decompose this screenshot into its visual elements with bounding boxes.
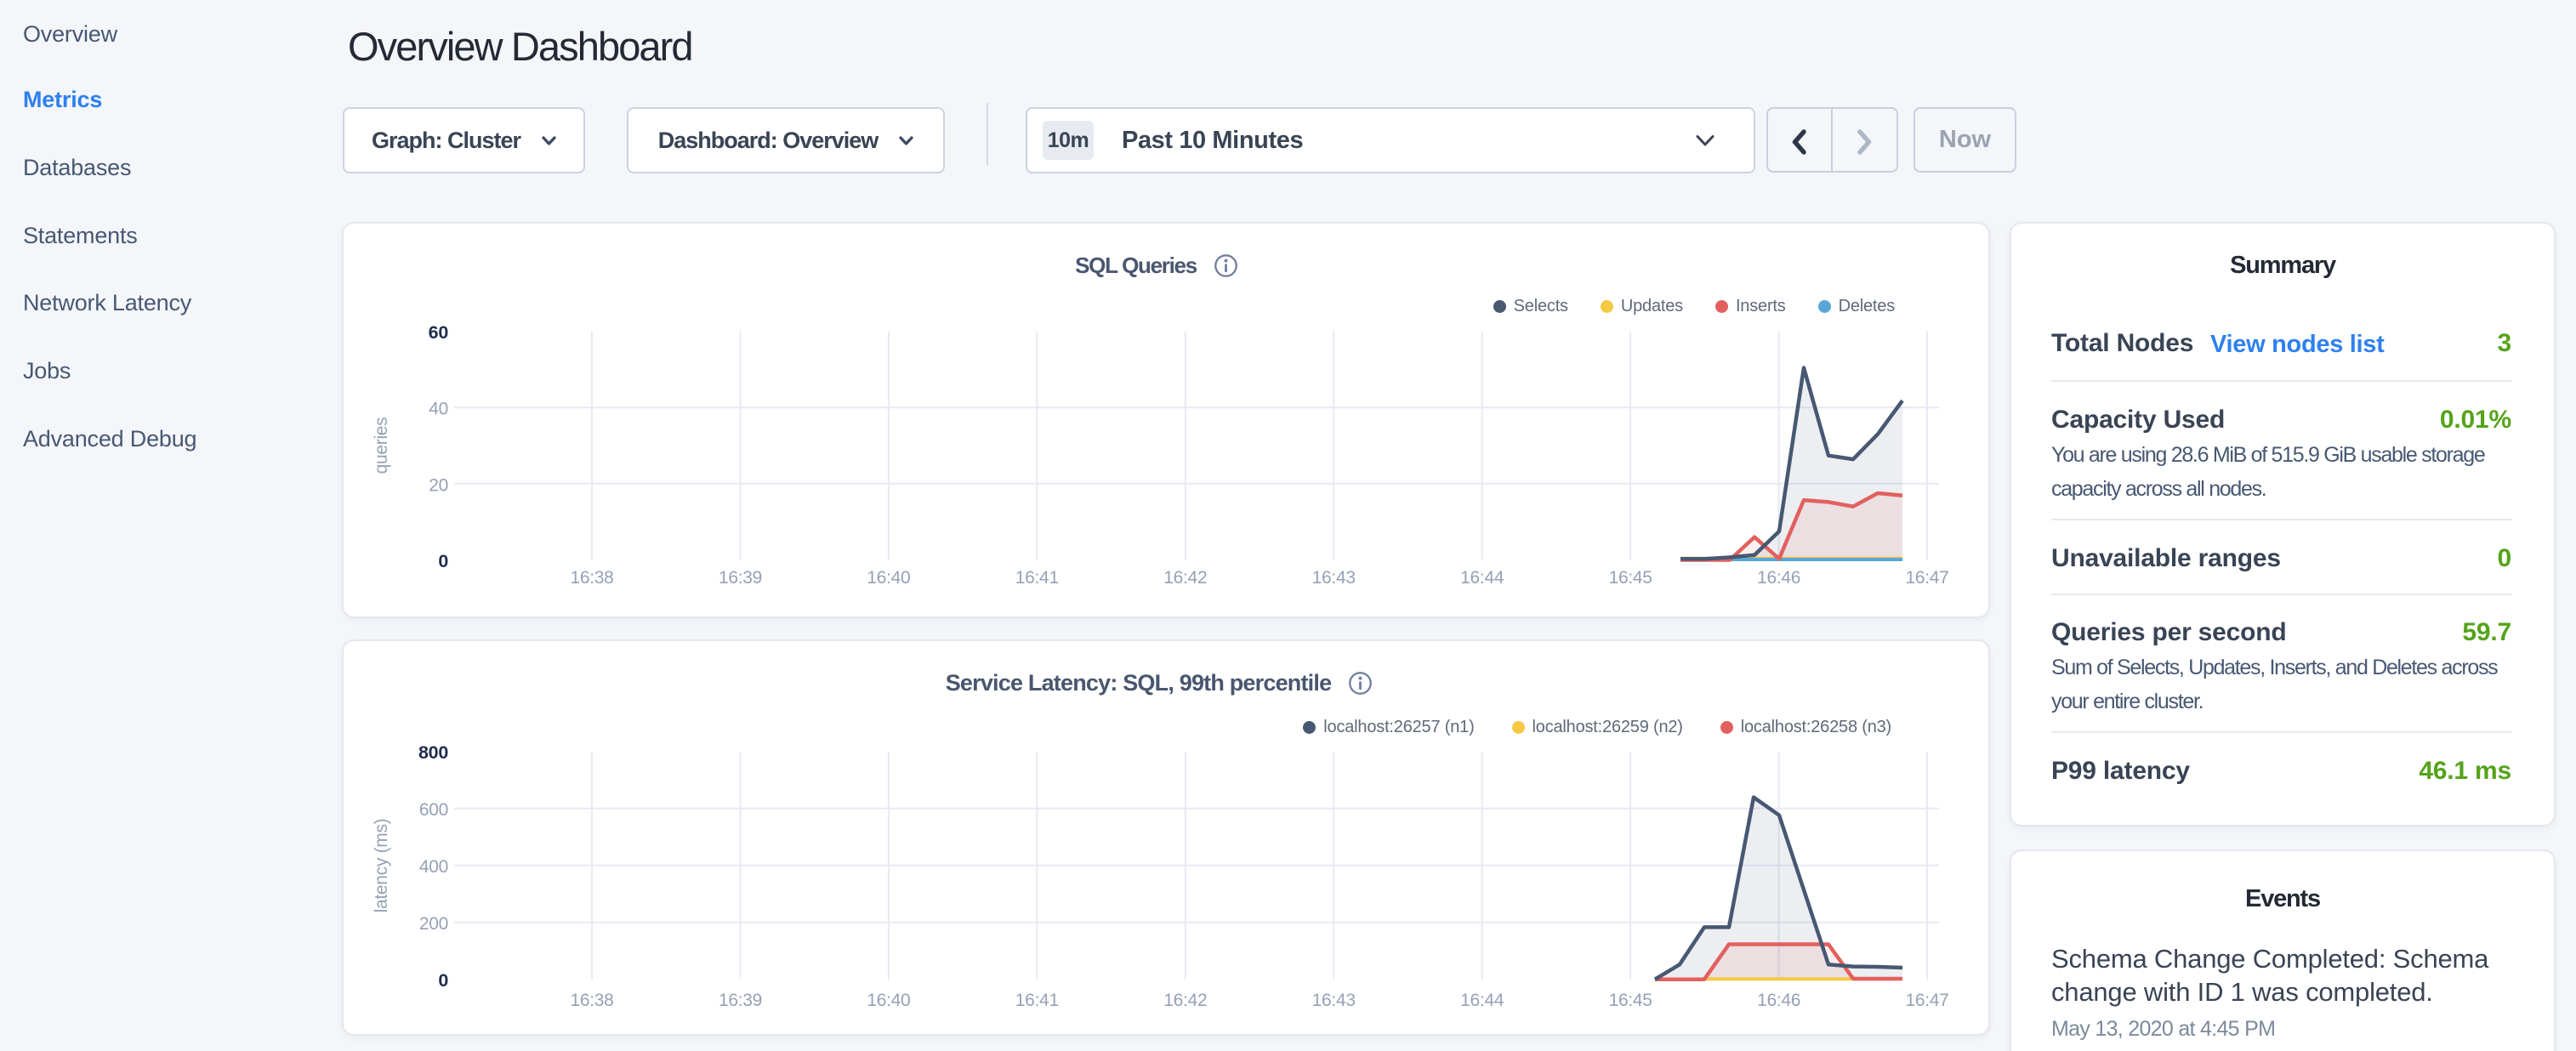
svg-text:latency (ms): latency (ms)	[372, 819, 391, 913]
svg-text:200: 200	[419, 914, 448, 934]
svg-text:400: 400	[419, 857, 448, 877]
svg-text:16:43: 16:43	[1312, 991, 1356, 1010]
svg-text:0: 0	[438, 970, 448, 991]
svg-text:16:43: 16:43	[1312, 568, 1356, 588]
svg-text:16:46: 16:46	[1757, 568, 1800, 588]
svg-text:800: 800	[418, 742, 448, 763]
svg-text:16:38: 16:38	[570, 991, 613, 1010]
svg-text:16:47: 16:47	[1905, 991, 1948, 1010]
svg-text:20: 20	[429, 475, 448, 495]
svg-text:16:45: 16:45	[1609, 991, 1652, 1010]
svg-text:16:45: 16:45	[1609, 568, 1652, 588]
svg-text:16:38: 16:38	[570, 568, 613, 588]
svg-text:16:42: 16:42	[1163, 568, 1207, 588]
svg-text:16:46: 16:46	[1757, 991, 1800, 1010]
svg-text:60: 60	[429, 322, 449, 343]
svg-text:16:41: 16:41	[1015, 991, 1059, 1010]
svg-text:0: 0	[438, 551, 448, 571]
svg-text:16:44: 16:44	[1460, 568, 1504, 588]
svg-text:16:40: 16:40	[867, 568, 910, 588]
svg-text:40: 40	[429, 400, 448, 419]
svg-text:600: 600	[419, 800, 448, 820]
svg-text:16:42: 16:42	[1163, 991, 1207, 1010]
svg-text:16:47: 16:47	[1905, 568, 1948, 588]
svg-text:16:39: 16:39	[719, 991, 762, 1010]
svg-text:queries: queries	[372, 418, 391, 474]
svg-text:16:44: 16:44	[1460, 991, 1504, 1010]
svg-text:16:39: 16:39	[719, 568, 762, 588]
svg-text:16:40: 16:40	[867, 991, 910, 1010]
svg-text:16:41: 16:41	[1015, 568, 1059, 588]
